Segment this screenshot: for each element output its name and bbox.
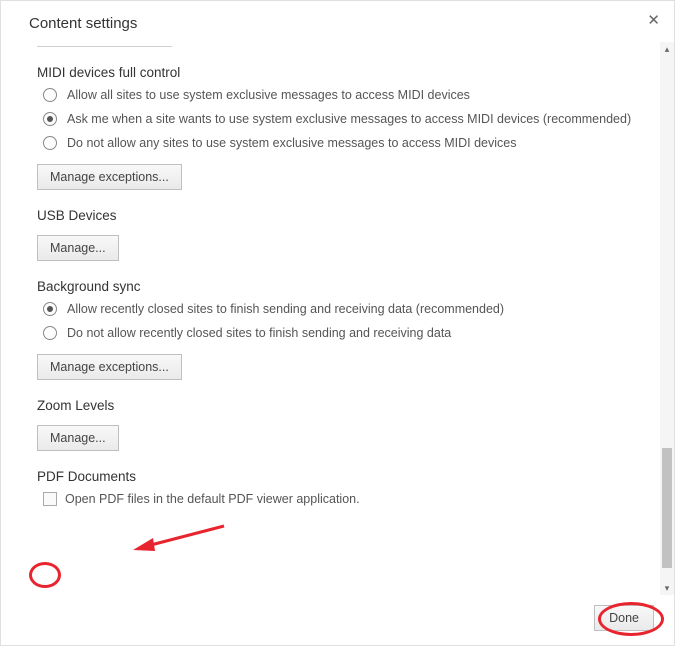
midi-ask-label: Ask me when a site wants to use system e… [67,112,631,126]
zoom-manage-button[interactable]: Manage... [37,425,119,451]
dialog-header: Content settings ✕ [1,1,674,42]
zoom-heading: Zoom Levels [37,398,632,413]
bgsync-manage-exceptions-button[interactable]: Manage exceptions... [37,354,182,380]
bgsync-deny-row[interactable]: Do not allow recently closed sites to fi… [37,326,632,340]
midi-ask-row[interactable]: Ask me when a site wants to use system e… [37,112,632,126]
bgsync-heading: Background sync [37,279,632,294]
radio-icon[interactable] [43,302,57,316]
usb-manage-button[interactable]: Manage... [37,235,119,261]
bgsync-allow-row[interactable]: Allow recently closed sites to finish se… [37,302,632,316]
midi-heading: MIDI devices full control [37,65,632,80]
midi-allow-label: Allow all sites to use system exclusive … [67,88,470,102]
scrollbar[interactable]: ▴ ▾ [660,42,674,595]
radio-icon[interactable] [43,326,57,340]
scroll-content: MIDI devices full control Allow all site… [1,42,660,595]
usb-heading: USB Devices [37,208,632,223]
scroll-thumb[interactable] [662,448,672,568]
content-outer: MIDI devices full control Allow all site… [1,42,674,595]
divider [37,46,172,47]
dialog-title: Content settings [29,15,654,32]
content-settings-dialog: Content settings ✕ MIDI devices full con… [0,0,675,646]
bgsync-allow-label: Allow recently closed sites to finish se… [67,302,504,316]
midi-allow-row[interactable]: Allow all sites to use system exclusive … [37,88,632,102]
done-button[interactable]: Done [594,605,654,631]
scroll-up-icon[interactable]: ▴ [660,42,674,56]
midi-deny-label: Do not allow any sites to use system exc… [67,136,517,150]
bgsync-deny-label: Do not allow recently closed sites to fi… [67,326,451,340]
pdf-open-default-label: Open PDF files in the default PDF viewer… [65,492,360,506]
radio-icon[interactable] [43,136,57,150]
scroll-down-icon[interactable]: ▾ [660,581,674,595]
midi-deny-row[interactable]: Do not allow any sites to use system exc… [37,136,632,150]
pdf-heading: PDF Documents [37,469,632,484]
radio-icon[interactable] [43,112,57,126]
dialog-footer: Done [1,595,674,645]
radio-icon[interactable] [43,88,57,102]
close-icon[interactable]: ✕ [647,11,660,29]
pdf-open-default-row[interactable]: Open PDF files in the default PDF viewer… [37,492,632,506]
checkbox-icon[interactable] [43,492,57,506]
midi-manage-exceptions-button[interactable]: Manage exceptions... [37,164,182,190]
